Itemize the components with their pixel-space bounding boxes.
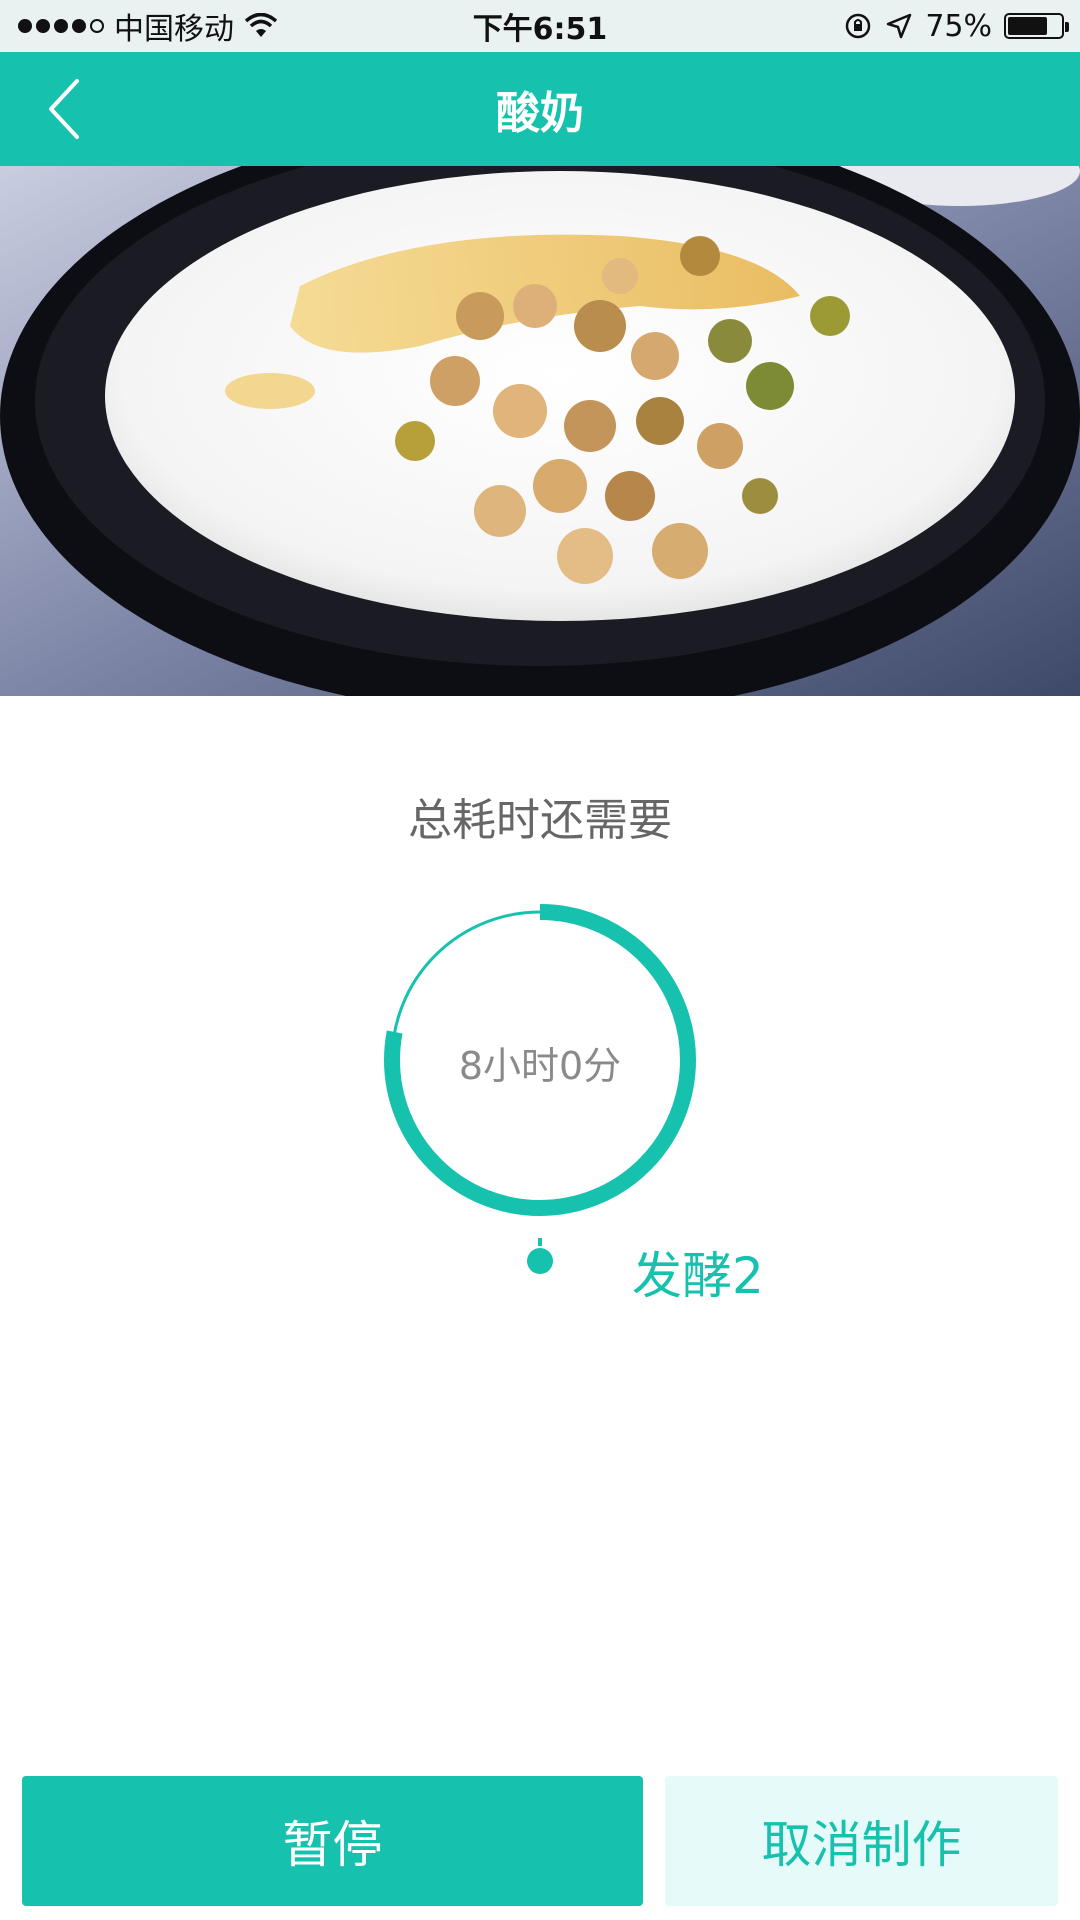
- status-right: 75%: [843, 8, 1069, 44]
- nav-bar: 酸奶: [0, 52, 1080, 166]
- current-step-label: 发酵2: [632, 1247, 764, 1305]
- wifi-icon: [244, 13, 278, 37]
- location-arrow-icon: [887, 13, 912, 39]
- yogurt-bowl-illustration: [0, 166, 1080, 696]
- hero-image: [0, 166, 1080, 696]
- carrier-name: 中国移动: [114, 12, 234, 47]
- step-indicator-dot: [527, 1248, 553, 1274]
- remaining-time-label: 总耗时还需要: [408, 795, 672, 846]
- orientation-lock-icon: [846, 13, 871, 39]
- step-tick: [538, 1238, 542, 1246]
- chevron-left-icon: [49, 79, 79, 139]
- page-title: 酸奶: [496, 88, 584, 139]
- pause-button[interactable]: 暂停: [22, 1776, 643, 1906]
- cancel-making-button[interactable]: 取消制作: [665, 1776, 1058, 1906]
- remaining-time-value: 8小时0分: [458, 1044, 622, 1088]
- battery-icon: [1004, 13, 1069, 39]
- battery-fill: [1008, 17, 1047, 35]
- battery-percent: 75%: [925, 8, 992, 44]
- status-bar: 中国移动 下午6:51 75%: [0, 0, 1080, 52]
- signal-dots-icon: [18, 19, 104, 33]
- back-button[interactable]: [30, 74, 100, 144]
- status-left: 中国移动: [18, 4, 278, 48]
